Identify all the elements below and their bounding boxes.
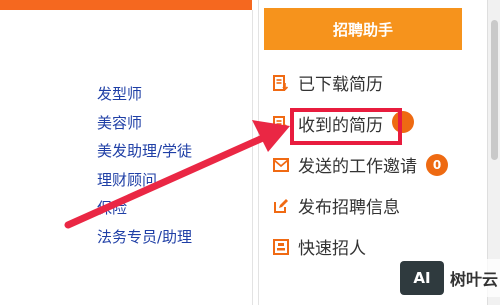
resume-download-icon [272, 74, 290, 92]
edit-icon [272, 197, 290, 215]
menu-downloaded-resumes-label: 已下载简历 [298, 75, 383, 95]
watermark: AI 树叶云 [400, 259, 500, 297]
job-link-hairstylist[interactable]: 发型师 [97, 80, 192, 109]
job-link-insurance[interactable]: 保险 [97, 194, 192, 223]
recruit-assistant-header: 招聘助手 [264, 8, 462, 50]
resume-received-icon [272, 115, 290, 133]
job-link-legal-assistant[interactable]: 法务专员/助理 [97, 223, 192, 252]
watermark-text: 树叶云 [450, 270, 499, 289]
job-category-list: 发型师 美容师 美发助理/学徒 理财顾问 保险 法务专员/助理 [97, 80, 192, 251]
recruit-assistant-menu: 已下载简历 收到的简历 发送的工作邀请 0 发布招聘信息 快速招人 [272, 62, 448, 267]
menu-downloaded-resumes[interactable]: 已下载简历 [272, 62, 417, 103]
menu-sent-invitations-label: 发送的工作邀请 [298, 157, 417, 177]
received-resumes-highlight-box [290, 108, 402, 145]
quick-hire-icon [272, 238, 290, 256]
scrollbar-thumb[interactable] [491, 20, 498, 160]
panel-divider [252, 10, 253, 305]
watermark-logo: AI [400, 261, 444, 295]
job-link-financial-advisor[interactable]: 理财顾问 [97, 166, 192, 195]
menu-post-job[interactable]: 发布招聘信息 [272, 185, 417, 226]
menu-post-job-label: 发布招聘信息 [298, 198, 400, 218]
menu-quick-hire[interactable]: 快速招人 [272, 226, 417, 267]
job-link-beautician[interactable]: 美容师 [97, 109, 192, 138]
mail-icon [272, 156, 290, 174]
invitations-count-badge: 0 [426, 154, 448, 176]
job-link-hair-assistant[interactable]: 美发助理/学徒 [97, 137, 192, 166]
job-category-panel: 发型师 美容师 美发助理/学徒 理财顾问 保险 法务专员/助理 [0, 0, 258, 305]
menu-sent-invitations[interactable]: 发送的工作邀请 0 [272, 144, 448, 185]
menu-quick-hire-label: 快速招人 [298, 239, 366, 259]
